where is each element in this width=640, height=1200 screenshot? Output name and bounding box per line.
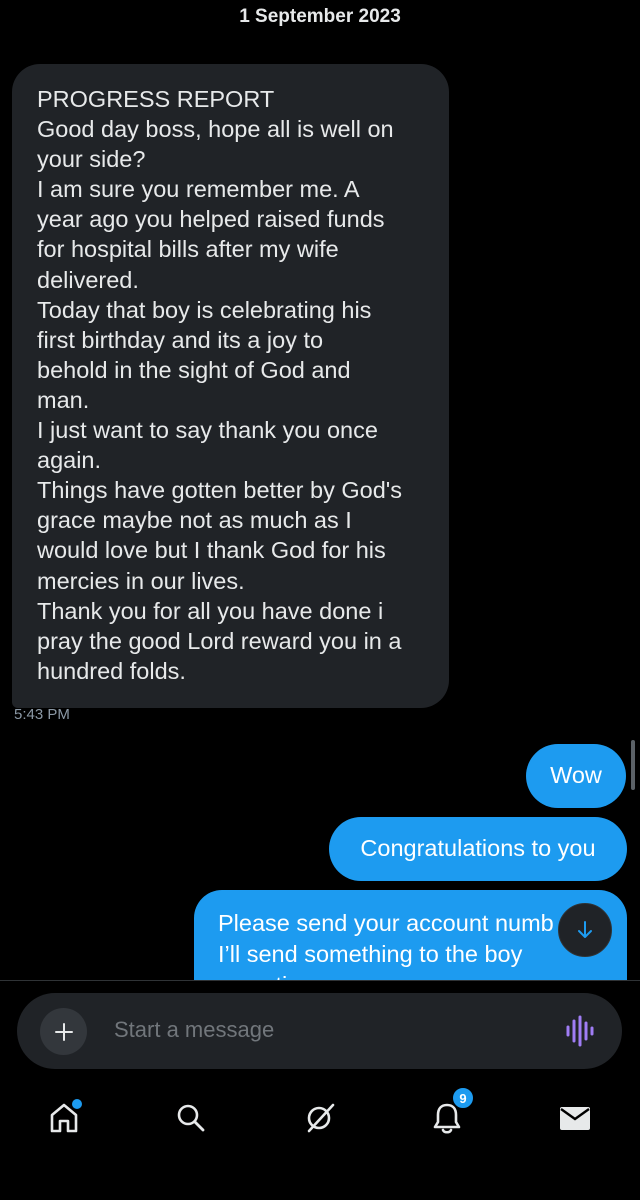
search-icon <box>177 1104 205 1132</box>
message-line: PROGRESS REPORT <box>37 86 275 112</box>
dm-conversation-screen: 1 September 2023 PROGRESS REPORT Good da… <box>0 0 640 1200</box>
message-line: grace maybe not as much as I <box>37 507 352 534</box>
arrow-down-icon <box>578 921 592 938</box>
message-line: hundred folds. <box>37 657 186 684</box>
message-line: I am sure you remember me. A <box>37 176 360 203</box>
message-line: Good day boss, hope all is well on <box>37 116 394 143</box>
grok-icon <box>307 1103 335 1133</box>
message-line: year ago you helped raised funds <box>37 206 385 233</box>
tab-search[interactable] <box>171 1098 211 1138</box>
outgoing-message-bubble[interactable]: Congratulations to you <box>329 817 627 881</box>
tab-home[interactable] <box>44 1098 84 1138</box>
message-line: your side? <box>37 146 146 173</box>
envelope-icon <box>560 1107 590 1130</box>
notification-count-badge: 9 <box>451 1086 475 1110</box>
message-line: Today that boy is celebrating his <box>37 296 372 323</box>
incoming-message-bubble[interactable]: PROGRESS REPORT Good day boss, hope all … <box>12 64 449 708</box>
message-line: first birthday and its a joy to <box>37 326 324 353</box>
bottom-navigation: 9 <box>0 1086 640 1156</box>
message-line: mercies in our lives. <box>37 567 245 594</box>
tab-notifications[interactable]: 9 <box>427 1086 475 1138</box>
bottom-bar: Start a message 9 <box>0 980 640 1200</box>
voice-message-icon[interactable] <box>565 1015 595 1047</box>
message-line: Things have gotten better by God's <box>37 477 403 504</box>
message-composer[interactable]: Start a message <box>17 993 622 1069</box>
message-line: I’ll send something to the boy <box>218 941 523 967</box>
message-line: pray the good Lord reward you in a <box>37 627 402 654</box>
tab-messages[interactable] <box>555 1098 595 1138</box>
outgoing-message-bubble[interactable]: Wow <box>526 744 626 808</box>
message-line: Thank you for all you have done i <box>37 597 384 624</box>
message-line: behold in the sight of God and <box>37 356 351 383</box>
message-line: Please send your account numb <box>218 910 554 936</box>
plus-icon <box>54 1022 73 1041</box>
scrollbar[interactable] <box>631 740 635 790</box>
message-line: man. <box>37 386 90 413</box>
date-header: 1 September 2023 <box>239 6 401 27</box>
message-line: I just want to say thank you once <box>37 417 378 444</box>
add-media-button[interactable] <box>40 1008 87 1055</box>
message-line: delivered. <box>37 266 139 293</box>
message-line: would love but I thank God for his <box>37 537 386 564</box>
tab-grok[interactable] <box>300 1098 340 1138</box>
message-line: for hospital bills after my wife <box>37 236 339 263</box>
message-input[interactable]: Start a message <box>114 1017 274 1043</box>
message-timestamp: 5:43 PM <box>14 706 70 723</box>
unread-indicator <box>72 1099 82 1109</box>
scroll-to-bottom-button[interactable] <box>558 903 612 957</box>
message-line: again. <box>37 447 102 474</box>
